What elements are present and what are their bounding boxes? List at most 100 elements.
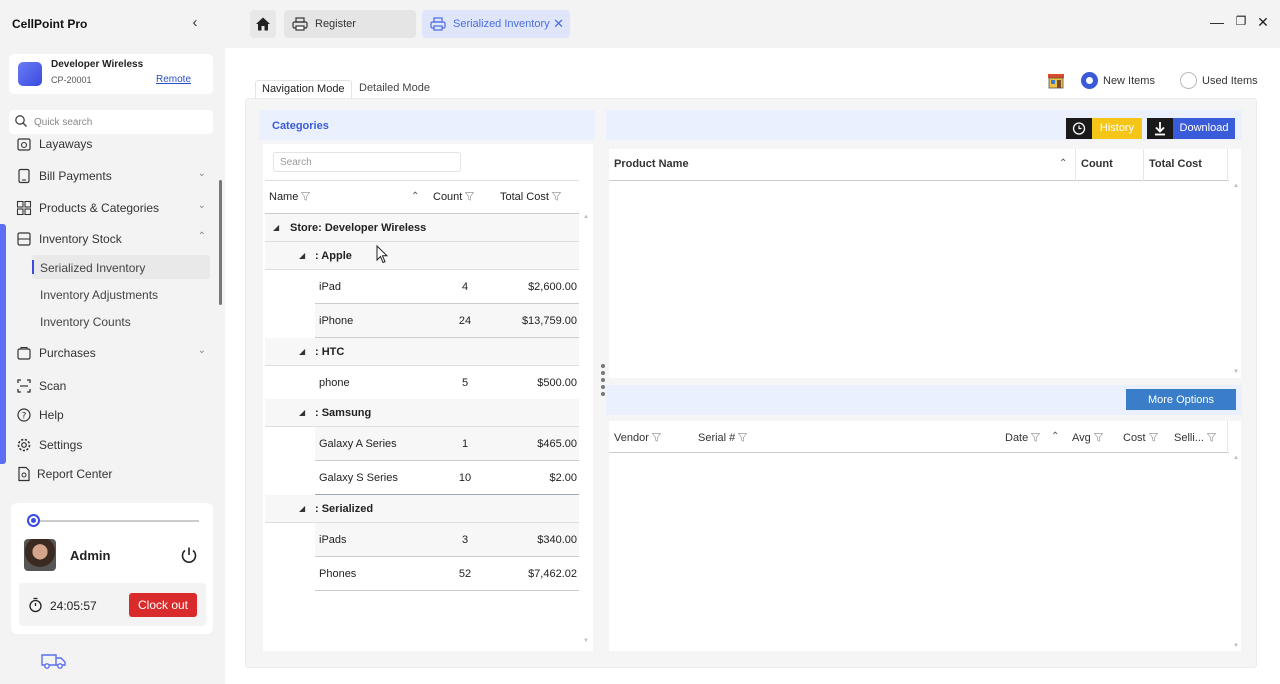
panel-splitter[interactable]: [601, 364, 605, 404]
clock-out-button[interactable]: Clock out: [129, 593, 197, 617]
scroll-down-icon[interactable]: ▼: [1233, 643, 1239, 649]
sidebar-item-layaways[interactable]: Layaways: [16, 132, 212, 156]
chevron-up-icon: ⌃: [197, 231, 206, 242]
delivery-truck-icon[interactable]: [40, 651, 68, 671]
restore-window-button[interactable]: ❐: [1232, 14, 1250, 32]
column-label: Total Cost: [500, 191, 549, 203]
collapse-caret-icon[interactable]: ◢: [273, 223, 279, 232]
filter-icon[interactable]: [738, 433, 748, 442]
tree-row-label: : Apple: [315, 250, 352, 262]
tree-row-group[interactable]: ◢ : Apple: [265, 242, 579, 270]
remote-link[interactable]: Remote: [156, 74, 191, 85]
column-header-count[interactable]: Count: [433, 191, 475, 203]
more-options-button[interactable]: More Options: [1126, 389, 1236, 410]
categories-scrollbar[interactable]: ▲ ▼: [583, 214, 589, 646]
app-title: CellPoint Pro: [12, 17, 88, 31]
table-row[interactable]: iPhone 24 $13,759.00: [315, 304, 579, 338]
minimize-window-button[interactable]: —: [1208, 14, 1226, 32]
mouse-cursor-icon: [376, 245, 388, 264]
download-label: Download: [1173, 118, 1235, 139]
scroll-up-icon[interactable]: ▲: [1233, 183, 1239, 189]
sidebar-item-purchases[interactable]: Purchases ⌄: [16, 341, 212, 365]
column-header-selling[interactable]: Selli...: [1174, 432, 1216, 444]
filter-icon[interactable]: [1031, 433, 1041, 442]
chevron-down-icon: ⌄: [197, 345, 206, 356]
sidebar-item-report-center[interactable]: Report Center: [16, 462, 212, 486]
filter-icon[interactable]: [465, 192, 475, 201]
filter-icon[interactable]: [301, 192, 311, 201]
tab-detailed-mode[interactable]: Detailed Mode: [353, 80, 436, 100]
tab-register[interactable]: Register: [284, 10, 416, 38]
table-row[interactable]: iPads 3 $340.00: [315, 523, 579, 557]
tree-row-group[interactable]: ◢ : Serialized: [265, 495, 579, 523]
user-slider-knob[interactable]: [27, 514, 40, 527]
store-icon[interactable]: [1047, 72, 1065, 90]
row-indent: [265, 427, 315, 461]
collapse-caret-icon[interactable]: ◢: [299, 408, 305, 417]
filter-icon[interactable]: [1148, 433, 1158, 442]
user-slider-track[interactable]: [27, 520, 199, 522]
collapse-caret-icon[interactable]: ◢: [299, 504, 305, 513]
column-header-total-cost[interactable]: Total Cost: [500, 191, 561, 203]
tree-row-store[interactable]: ◢ Store: Developer Wireless: [265, 214, 579, 242]
sort-ascending-icon[interactable]: ⌃: [1059, 158, 1067, 169]
scroll-up-icon[interactable]: ▲: [1233, 455, 1239, 461]
power-icon[interactable]: [179, 545, 199, 565]
table-row[interactable]: Phones 52 $7,462.02: [315, 557, 579, 591]
sidebar-subitem-label: Inventory Counts: [40, 315, 131, 329]
filter-icon[interactable]: [1206, 433, 1216, 442]
column-label: Selli...: [1174, 432, 1204, 444]
column-header-count[interactable]: Count: [1081, 158, 1113, 170]
scroll-down-icon[interactable]: ▼: [583, 638, 589, 644]
table-row[interactable]: Galaxy S Series 10 $2.00: [315, 461, 579, 495]
scroll-up-icon[interactable]: ▲: [583, 214, 589, 220]
column-header-vendor[interactable]: Vendor: [614, 432, 661, 444]
sidebar-item-products-categories[interactable]: Products & Categories ⌄: [16, 196, 212, 220]
row-indent: [265, 523, 315, 557]
column-header-product-name[interactable]: Product Name: [614, 158, 689, 170]
tab-navigation-mode[interactable]: Navigation Mode: [255, 80, 352, 100]
sidebar-item-help[interactable]: ? Help: [16, 403, 212, 427]
home-button[interactable]: [250, 10, 276, 38]
sidebar-item-settings[interactable]: Settings: [16, 433, 212, 457]
tree-row-group[interactable]: ◢ : Samsung: [265, 399, 579, 427]
collapse-caret-icon[interactable]: ◢: [299, 251, 305, 260]
table-row[interactable]: iPad 4 $2,600.00: [315, 270, 579, 304]
sort-ascending-icon[interactable]: ⌃: [1051, 431, 1059, 442]
column-header-date[interactable]: Date: [1005, 432, 1041, 444]
row-cost: $7,462.02: [528, 568, 577, 580]
collapse-sidebar-button[interactable]: ‹: [186, 14, 204, 34]
sort-ascending-icon[interactable]: ⌃: [411, 191, 419, 202]
close-window-button[interactable]: ✕: [1254, 14, 1272, 32]
sidebar-scrollbar[interactable]: [219, 180, 222, 305]
product-grid-header: Product Name ⌃ Count Total Cost: [609, 149, 1229, 181]
layaway-icon: [17, 138, 31, 151]
sidebar-subitem-inventory-counts[interactable]: Inventory Counts: [32, 309, 210, 333]
column-header-avg[interactable]: Avg: [1072, 432, 1103, 444]
printer-icon: [430, 17, 446, 31]
scroll-down-icon[interactable]: ▼: [1233, 369, 1239, 375]
table-row[interactable]: Galaxy A Series 1 $465.00: [315, 427, 579, 461]
download-button[interactable]: Download: [1147, 118, 1235, 139]
sidebar-item-scan[interactable]: Scan: [16, 374, 212, 398]
history-button[interactable]: History: [1066, 118, 1142, 139]
filter-icon[interactable]: [651, 433, 661, 442]
quick-search-input[interactable]: [34, 113, 204, 131]
table-row[interactable]: phone 5 $500.00: [315, 366, 579, 400]
sidebar-item-bill-payments[interactable]: Bill Payments ⌄: [16, 164, 212, 188]
filter-icon[interactable]: [1093, 433, 1103, 442]
column-header-cost[interactable]: Cost: [1123, 432, 1158, 444]
column-header-name[interactable]: Name: [269, 191, 311, 203]
categories-search-input[interactable]: [273, 152, 461, 172]
close-icon[interactable]: ✕: [553, 16, 564, 32]
collapse-caret-icon[interactable]: ◢: [299, 347, 305, 356]
tab-serialized-inventory[interactable]: Serialized Inventory ✕: [422, 10, 570, 38]
tree-row-group[interactable]: ◢ : HTC: [265, 338, 579, 366]
column-header-total-cost[interactable]: Total Cost: [1149, 158, 1202, 170]
sidebar-subitem-inventory-adjustments[interactable]: Inventory Adjustments: [32, 282, 210, 306]
column-header-serial[interactable]: Serial #: [698, 432, 748, 444]
sidebar-item-inventory-stock[interactable]: Inventory Stock ⌃: [16, 227, 212, 251]
filter-icon[interactable]: [551, 192, 561, 201]
sidebar-subitem-serialized-inventory[interactable]: Serialized Inventory: [32, 255, 210, 279]
sidebar-item-label: Inventory Stock: [39, 232, 122, 246]
